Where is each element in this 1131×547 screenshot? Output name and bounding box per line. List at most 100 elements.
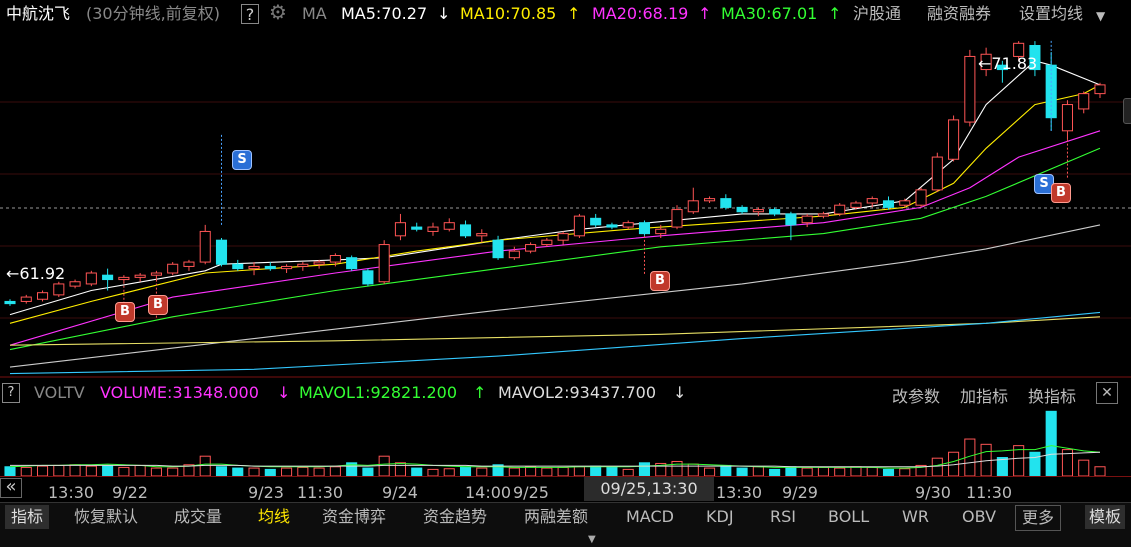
x-axis-label: 11:30 <box>966 483 1013 502</box>
candle <box>704 198 716 202</box>
volume-bar <box>443 468 455 476</box>
volume-bar <box>69 464 81 476</box>
volume-bar <box>931 457 943 476</box>
scroll-left-button[interactable]: « <box>0 478 22 498</box>
volume-bar <box>53 464 65 476</box>
template-button[interactable]: 模板 <box>1085 505 1126 529</box>
arrow-up-icon: ↑ <box>828 4 842 23</box>
volume-bar <box>541 467 553 476</box>
candle <box>85 272 97 285</box>
volume-bar <box>525 466 537 476</box>
candle <box>459 224 472 237</box>
ma20-value: MA20:68.19 <box>592 4 689 23</box>
volume-bar <box>590 465 602 476</box>
volume-bar <box>118 466 130 476</box>
set-ma-button[interactable]: 设置均线 <box>1019 4 1083 24</box>
volume-bar <box>411 467 423 476</box>
volume-bar <box>638 462 651 476</box>
candle <box>69 281 81 287</box>
expand-handle-icon[interactable]: ▼ <box>588 534 596 545</box>
volume-bar <box>736 467 748 476</box>
tab-ma[interactable]: 均线 <box>258 505 290 529</box>
candle <box>557 233 569 241</box>
x-axis-label: 14:00 <box>465 483 512 502</box>
volume-bar <box>1078 459 1090 476</box>
candle <box>53 283 65 296</box>
sell-signal[interactable]: S <box>232 150 252 170</box>
candle <box>492 239 504 259</box>
buy-signal[interactable]: B <box>1051 183 1071 203</box>
candle <box>915 189 927 206</box>
help-button[interactable]: ? <box>241 4 259 24</box>
tab-capital-trend[interactable]: 资金趋势 <box>423 505 487 529</box>
volume-indicator-name[interactable]: VOLTV <box>34 383 85 402</box>
gear-icon[interactable]: ⚙ <box>269 2 287 22</box>
candle <box>834 204 846 215</box>
volume-bar <box>476 467 488 476</box>
tab-obv[interactable]: OBV <box>962 505 996 529</box>
tab-rsi[interactable]: RSI <box>770 505 796 529</box>
candle <box>411 226 423 230</box>
candle <box>687 200 699 213</box>
chevron-down-icon[interactable]: ▼ <box>1096 6 1105 26</box>
x-axis-label: 13:30 <box>716 483 763 502</box>
hgt-link[interactable]: 沪股通 <box>853 4 901 24</box>
add-indicator-button[interactable]: 加指标 <box>960 383 1008 407</box>
volume-bar <box>362 467 374 476</box>
x-axis-label: 9/24 <box>382 483 418 502</box>
volume-bar <box>167 467 179 476</box>
volume-chart[interactable] <box>0 406 1131 476</box>
candle <box>378 244 390 283</box>
candle <box>590 217 602 226</box>
candlestick-chart[interactable] <box>0 28 1131 378</box>
buy-signal[interactable]: B <box>148 295 168 315</box>
candle <box>1061 104 1074 132</box>
candle <box>329 255 341 263</box>
buy-signal[interactable]: B <box>650 271 670 291</box>
candle <box>4 300 16 305</box>
tab-macd[interactable]: MACD <box>626 505 674 529</box>
tab-capital-game[interactable]: 资金博弈 <box>322 505 386 529</box>
ma10-value: MA10:70.85 <box>460 4 557 23</box>
volume-bar <box>4 466 16 476</box>
volume-bar <box>232 467 244 476</box>
period-info: (30分钟线,前复权) <box>86 4 220 23</box>
tab-indicator[interactable]: 指标 <box>5 505 50 529</box>
volume-bar <box>622 468 634 476</box>
candle <box>1094 84 1106 95</box>
stock-name[interactable]: 中航沈飞 <box>6 4 70 24</box>
x-axis-label: 9/23 <box>248 483 284 502</box>
volume-bar <box>996 457 1008 476</box>
candle <box>655 228 667 235</box>
candle <box>931 156 943 191</box>
more-tabs-button[interactable]: 更多 <box>1015 505 1062 531</box>
chart-header: 中航沈飞 (30分钟线,前复权) ? ⚙ MA MA5:70.27 ↓ MA10… <box>0 0 1131 28</box>
tab-margin-diff[interactable]: 两融差额 <box>524 505 588 529</box>
volume-bar <box>1094 466 1106 476</box>
candle <box>443 222 455 230</box>
arrow-down-icon: ↓ <box>277 383 291 402</box>
tab-kdj[interactable]: KDJ <box>706 505 734 529</box>
volume-bar <box>36 465 49 476</box>
margin-link[interactable]: 融资融券 <box>927 4 991 24</box>
candle <box>866 198 878 204</box>
edit-params-button[interactable]: 改参数 <box>892 383 940 407</box>
volume-bar <box>248 467 260 476</box>
volume-bar <box>1029 451 1041 476</box>
tab-boll[interactable]: BOLL <box>828 505 869 529</box>
close-icon[interactable]: ✕ <box>1096 382 1118 404</box>
tab-reset-default[interactable]: 恢复默认 <box>74 505 138 529</box>
candle <box>102 274 114 281</box>
buy-signal[interactable]: B <box>115 302 135 322</box>
tab-wr[interactable]: WR <box>902 505 929 529</box>
help-button[interactable]: ? <box>2 383 20 403</box>
volume-bar <box>704 467 716 476</box>
indicator-name[interactable]: MA <box>302 4 327 24</box>
volume-bar <box>134 464 146 476</box>
tab-volume[interactable]: 成交量 <box>174 505 222 529</box>
scroll-handle[interactable] <box>1123 98 1131 124</box>
switch-indicator-button[interactable]: 换指标 <box>1028 383 1076 407</box>
volume-bar <box>508 467 520 476</box>
candle <box>281 265 293 270</box>
volume-bar <box>785 466 797 476</box>
